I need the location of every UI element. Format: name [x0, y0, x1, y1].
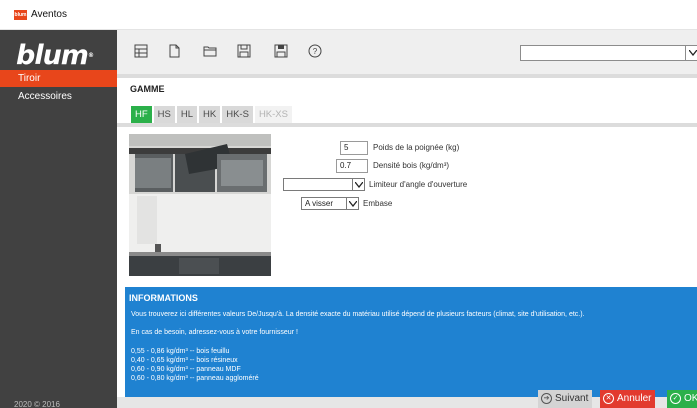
- chevron-down-icon: [352, 179, 364, 190]
- informations-title: INFORMATIONS: [129, 293, 198, 303]
- ok-button-label: OK: [684, 393, 697, 404]
- sidebar-item-label: Tiroir: [18, 73, 41, 84]
- info-text-2: En cas de besoin, adressez-vous à votre …: [131, 329, 298, 336]
- poids-input[interactable]: 5: [340, 141, 368, 155]
- save-as-icon[interactable]: [274, 44, 288, 58]
- sidebar: blum® Tiroir Accessoires 2020 © 2016: [0, 30, 117, 408]
- window-title: Aventos: [31, 9, 67, 20]
- ok-button[interactable]: ✓ OK: [667, 390, 697, 408]
- gamme-tabs: HF HS HL HK HK-S HK-XS: [131, 106, 294, 123]
- gamme-panel: GAMME HF HS HL HK HK-S HK-XS: [117, 74, 697, 127]
- tab-hs[interactable]: HS: [153, 106, 175, 123]
- info-value-line: 0,40 - 0,65 kg/dm³ -- bois résineux: [131, 357, 238, 364]
- densite-input[interactable]: 0.7: [336, 159, 368, 173]
- cancel-button[interactable]: ✕ Annuler: [600, 390, 656, 408]
- info-value-line: 0,55 - 0,86 kg/dm³ -- bois feuillu: [131, 348, 230, 355]
- new-file-icon[interactable]: [167, 44, 181, 58]
- next-button-label: Suivant: [555, 393, 589, 404]
- next-button[interactable]: ➔ Suivant: [538, 390, 593, 408]
- save-icon[interactable]: [237, 44, 251, 58]
- help-icon[interactable]: ?: [308, 44, 322, 58]
- embase-select[interactable]: A visser: [301, 197, 359, 210]
- chevron-down-icon: [685, 46, 697, 60]
- blum-logo: blum®: [16, 40, 94, 71]
- densite-label: Densité bois (kg/dm³): [373, 161, 450, 170]
- app-icon: blum: [14, 10, 27, 20]
- limiteur-label: Limiteur d'angle d'ouverture: [369, 180, 468, 189]
- embase-label: Embase: [363, 199, 393, 208]
- sidebar-item-label: Accessoires: [18, 91, 72, 102]
- kitchen-cabinet-image: [129, 134, 271, 276]
- info-value-line: 0,60 - 0,90 kg/dm³ -- panneau MDF: [131, 366, 241, 373]
- sidebar-item-tiroir[interactable]: Tiroir: [0, 70, 117, 87]
- sidebar-item-accessoires[interactable]: Accessoires: [0, 88, 117, 105]
- info-text-1: Vous trouverez ici différentes valeurs D…: [131, 311, 585, 318]
- embase-select-value: A visser: [305, 199, 334, 208]
- open-folder-icon[interactable]: [203, 44, 217, 58]
- tab-hf[interactable]: HF: [131, 106, 152, 123]
- limiteur-select[interactable]: [283, 178, 365, 191]
- project-select[interactable]: [520, 45, 697, 61]
- informations-panel: INFORMATIONS Vous trouverez ici différen…: [125, 287, 697, 397]
- gamme-title: GAMME: [130, 84, 165, 94]
- tab-hl[interactable]: HL: [176, 106, 198, 123]
- cancel-button-label: Annuler: [617, 393, 652, 404]
- tab-hk-s[interactable]: HK-S: [222, 106, 253, 123]
- tab-hk-xs: HK-XS: [254, 106, 292, 123]
- toolbar: ?: [117, 30, 697, 74]
- logo-text: blum: [16, 40, 89, 71]
- info-value-line: 0,60 - 0,80 kg/dm³ -- panneau aggloméré: [131, 375, 259, 382]
- parameters-panel: 5 Poids de la poignée (kg) 0.7 Densité b…: [117, 127, 697, 287]
- arrow-right-icon: ➔: [541, 393, 552, 404]
- title-bar: blum Aventos: [0, 0, 697, 30]
- copyright-text: 2020 © 2016: [14, 400, 60, 408]
- layout-icon[interactable]: [134, 44, 148, 58]
- check-icon: ✓: [670, 393, 681, 404]
- svg-text:?: ?: [313, 47, 318, 56]
- close-icon: ✕: [603, 393, 614, 404]
- chevron-down-icon: [346, 198, 358, 209]
- tab-hk[interactable]: HK: [199, 106, 221, 123]
- poids-label: Poids de la poignée (kg): [373, 143, 460, 152]
